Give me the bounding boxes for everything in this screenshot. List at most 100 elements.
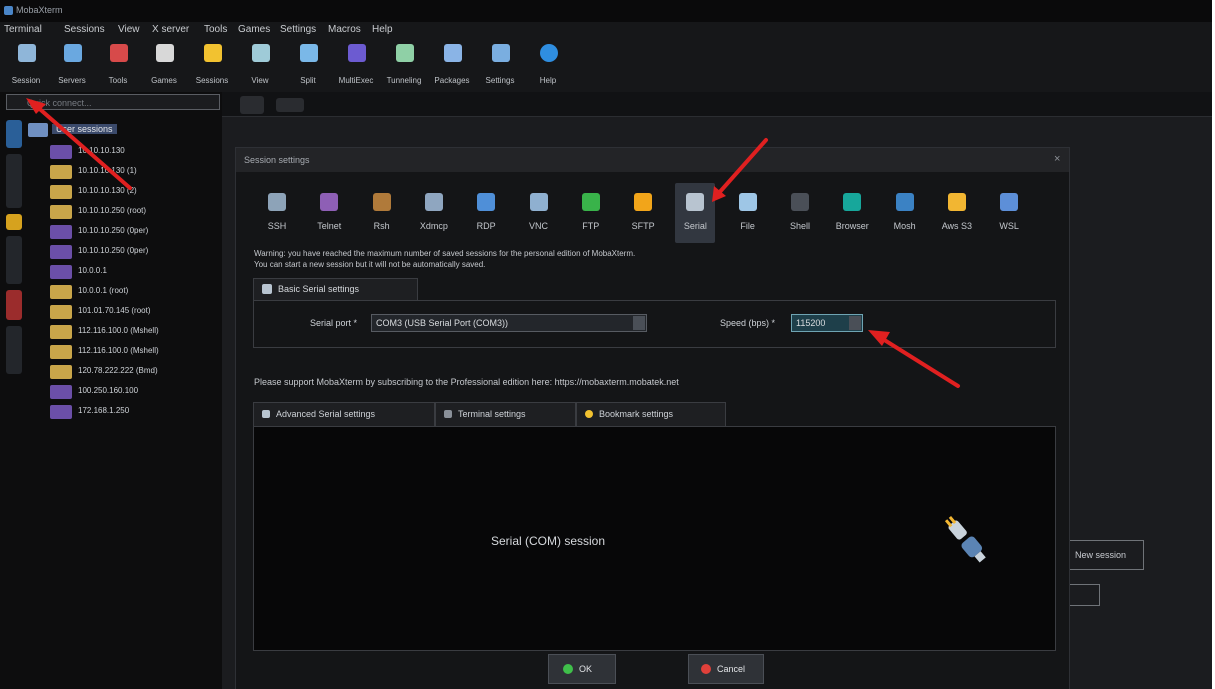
- toolbar-tools-button[interactable]: Tools: [94, 42, 142, 88]
- sidebar-tab-sftp[interactable]: [6, 290, 22, 320]
- tree-item-label: 120.78.222.222 (Bmd): [78, 366, 158, 375]
- tree-item-session[interactable]: 10.10.10.250 (0per): [50, 224, 220, 240]
- session-type-vnc[interactable]: VNC: [519, 183, 559, 243]
- check-icon: [563, 664, 573, 674]
- tree-item-session[interactable]: 172.168.1.250: [50, 404, 220, 420]
- menu-x-server[interactable]: X server: [152, 24, 189, 35]
- toolbar-help-button[interactable]: Help: [524, 42, 572, 88]
- session-type-telnet[interactable]: Telnet: [309, 183, 349, 243]
- tree-item-session[interactable]: 100.250.160.100: [50, 384, 220, 400]
- tree-item-session[interactable]: 112.116.100.0 (Mshell): [50, 344, 220, 360]
- session-type-file[interactable]: File: [728, 183, 768, 243]
- cancel-button[interactable]: Cancel: [688, 654, 764, 684]
- session-type-ftp[interactable]: FTP: [571, 183, 611, 243]
- toolbar-label: Sessions: [195, 76, 229, 85]
- session-type-wsl[interactable]: WSL: [989, 183, 1029, 243]
- session-type-label: VNC: [528, 221, 548, 231]
- gear-icon: [492, 44, 510, 62]
- session-type-label: SFTP: [631, 221, 655, 231]
- tree-item-session[interactable]: 10.0.0.1 (root): [50, 284, 220, 300]
- session-type-serial[interactable]: Serial: [675, 183, 716, 243]
- mobaxterm-window: MobaXterm Terminal Sessions View X serve…: [0, 0, 1212, 689]
- tree-item-label: 101.01.70.145 (root): [78, 306, 151, 315]
- tree-item-label: 10.10.10.250 (0per): [78, 226, 149, 235]
- toolbar-servers-button[interactable]: Servers: [48, 42, 96, 88]
- session-icon: [50, 245, 72, 259]
- session-icon: [50, 225, 72, 239]
- toolbar-sessions-button[interactable]: Sessions: [188, 42, 236, 88]
- serial-icon: [686, 193, 705, 211]
- new-session-button[interactable]: New session: [1068, 540, 1144, 570]
- speed-select[interactable]: 115200: [791, 314, 863, 332]
- tab-advanced-serial-settings[interactable]: Advanced Serial settings: [253, 402, 435, 426]
- toolbar-settings-button[interactable]: Settings: [476, 42, 524, 88]
- menu-settings[interactable]: Settings: [280, 24, 316, 35]
- chevron-down-icon[interactable]: [633, 316, 645, 330]
- toolbar-packages-button[interactable]: Packages: [428, 42, 476, 88]
- session-type-label: Xdmcp: [419, 221, 448, 231]
- toolbar-label: Help: [539, 76, 557, 85]
- session-type-browser[interactable]: Browser: [832, 183, 872, 243]
- tree-item-label: 172.168.1.250: [78, 406, 130, 415]
- tree-item-session[interactable]: 101.01.70.145 (root): [50, 304, 220, 320]
- session-type-ssh[interactable]: SSH: [257, 183, 297, 243]
- mosh-icon: [895, 193, 914, 211]
- tree-item-session[interactable]: 10.0.0.1: [50, 264, 220, 280]
- tab-basic-serial-settings[interactable]: Basic Serial settings: [253, 278, 418, 300]
- new-tab-button[interactable]: [276, 98, 304, 112]
- ok-button[interactable]: OK: [548, 654, 616, 684]
- plug-icon: [944, 515, 986, 563]
- serial-icon: [262, 410, 270, 418]
- session-type-rsh[interactable]: Rsh: [362, 183, 402, 243]
- tab-terminal-settings[interactable]: Terminal settings: [435, 402, 576, 426]
- tree-item-session[interactable]: 112.116.100.0 (Mshell): [50, 324, 220, 340]
- warning-message: Warning: you have reached the maximum nu…: [254, 248, 1054, 270]
- tree-item-session[interactable]: 10.10.10.130: [50, 144, 220, 160]
- toolbar-view-button[interactable]: View: [236, 42, 284, 88]
- tree-item-session[interactable]: 10.10.10.250 (root): [50, 204, 220, 220]
- session-type-sftp[interactable]: SFTP: [623, 183, 663, 243]
- dialog-title-bar: Session settings ×: [236, 148, 1069, 172]
- session-type-rdp[interactable]: RDP: [466, 183, 506, 243]
- session-type-aws-s3[interactable]: Aws S3: [937, 183, 977, 243]
- star-icon: [204, 44, 222, 62]
- session-icon: [50, 345, 72, 359]
- tab-bookmark-settings[interactable]: Bookmark settings: [576, 402, 726, 426]
- toolbar-multiexec-button[interactable]: MultiExec: [332, 42, 380, 88]
- quick-connect-input[interactable]: Quick connect...: [6, 94, 220, 110]
- menu-sessions[interactable]: Sessions: [64, 24, 105, 35]
- close-icon[interactable]: ×: [1054, 153, 1060, 165]
- star-icon[interactable]: [6, 214, 22, 230]
- serial-icon: [262, 284, 272, 294]
- toolbar-tunneling-button[interactable]: Tunneling: [380, 42, 428, 88]
- menu-games[interactable]: Games: [238, 24, 270, 35]
- sidebar-tab-sessions[interactable]: [6, 120, 22, 148]
- sidebar-tab-extra[interactable]: [6, 326, 22, 374]
- chevron-down-icon[interactable]: [849, 316, 861, 330]
- rdp-icon: [477, 193, 496, 211]
- menu-terminal[interactable]: Terminal: [4, 24, 42, 35]
- sidebar-tab-macros[interactable]: [6, 236, 22, 284]
- toolbar-split-button[interactable]: Split: [284, 42, 332, 88]
- toolbar-games-button[interactable]: Games: [140, 42, 188, 88]
- tree-item-session[interactable]: 10.10.10.130 (2): [50, 184, 220, 200]
- session-type-xdmcp[interactable]: Xdmcp: [414, 183, 454, 243]
- menu-view[interactable]: View: [118, 24, 140, 35]
- menu-help[interactable]: Help: [372, 24, 393, 35]
- tree-item-session[interactable]: 10.10.10.250 (0per): [50, 244, 220, 260]
- session-type-label: Aws S3: [941, 221, 973, 231]
- sidebar-tab-tools[interactable]: [6, 154, 22, 208]
- session-type-mosh[interactable]: Mosh: [885, 183, 925, 243]
- serial-port-select[interactable]: COM3 (USB Serial Port (COM3)): [371, 314, 647, 332]
- split-icon: [300, 44, 318, 62]
- session-type-shell[interactable]: Shell: [780, 183, 820, 243]
- background-small-button[interactable]: [1068, 584, 1100, 606]
- tree-item-session[interactable]: 10.10.10.130 (1): [50, 164, 220, 180]
- toolbar-session-button[interactable]: Session: [2, 42, 50, 88]
- tree-root-user-sessions[interactable]: User sessions: [28, 122, 220, 138]
- menu-tools[interactable]: Tools: [204, 24, 227, 35]
- telnet-icon: [320, 193, 339, 211]
- menu-macros[interactable]: Macros: [328, 24, 361, 35]
- home-tab-icon[interactable]: [240, 96, 264, 114]
- tree-item-session[interactable]: 120.78.222.222 (Bmd): [50, 364, 220, 380]
